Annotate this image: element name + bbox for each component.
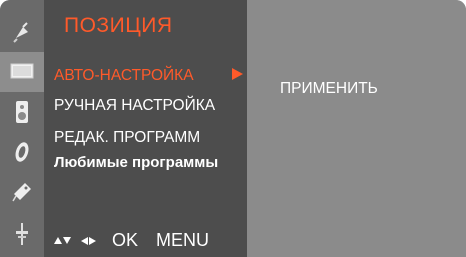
clock-icon[interactable] xyxy=(0,132,44,172)
menu-title: ПОЗИЦИЯ xyxy=(64,14,173,37)
submenu-arrow-icon xyxy=(232,68,243,80)
ok-hint: OK xyxy=(112,230,139,250)
menu-panel: ПОЗИЦИЯ АВТО-НАСТРОЙКА РУЧНАЯ НАСТРОЙКА … xyxy=(44,0,247,257)
satellite-icon[interactable] xyxy=(0,12,44,52)
osd-frame: ПОЗИЦИЯ АВТО-НАСТРОЙКА РУЧНАЯ НАСТРОЙКА … xyxy=(0,0,466,257)
apply-label[interactable]: ПРИМЕНИТЬ xyxy=(280,80,378,98)
plug-icon[interactable] xyxy=(0,214,44,254)
category-rail xyxy=(0,0,45,257)
navigation-hints: OK MENU xyxy=(54,230,209,251)
menu-item-auto-tuning[interactable]: АВТО-НАСТРОЙКА xyxy=(54,67,194,85)
tag-icon[interactable] xyxy=(0,172,44,212)
menu-item-program-edit[interactable]: РЕДАК. ПРОГРАММ xyxy=(54,129,200,147)
arrow-keys-icon xyxy=(54,236,96,245)
menu-item-manual-tuning[interactable]: РУЧНАЯ НАСТРОЙКА xyxy=(54,97,215,115)
menu-item-favorite-programs[interactable]: Любимые программы xyxy=(54,154,218,171)
screen-icon[interactable] xyxy=(0,52,44,92)
menu-hint: MENU xyxy=(156,230,210,250)
info-panel: ПРИМЕНИТЬ xyxy=(247,0,466,257)
audio-icon[interactable] xyxy=(0,92,44,132)
tv-osd-screen: ПОЗИЦИЯ АВТО-НАСТРОЙКА РУЧНАЯ НАСТРОЙКА … xyxy=(0,0,466,257)
